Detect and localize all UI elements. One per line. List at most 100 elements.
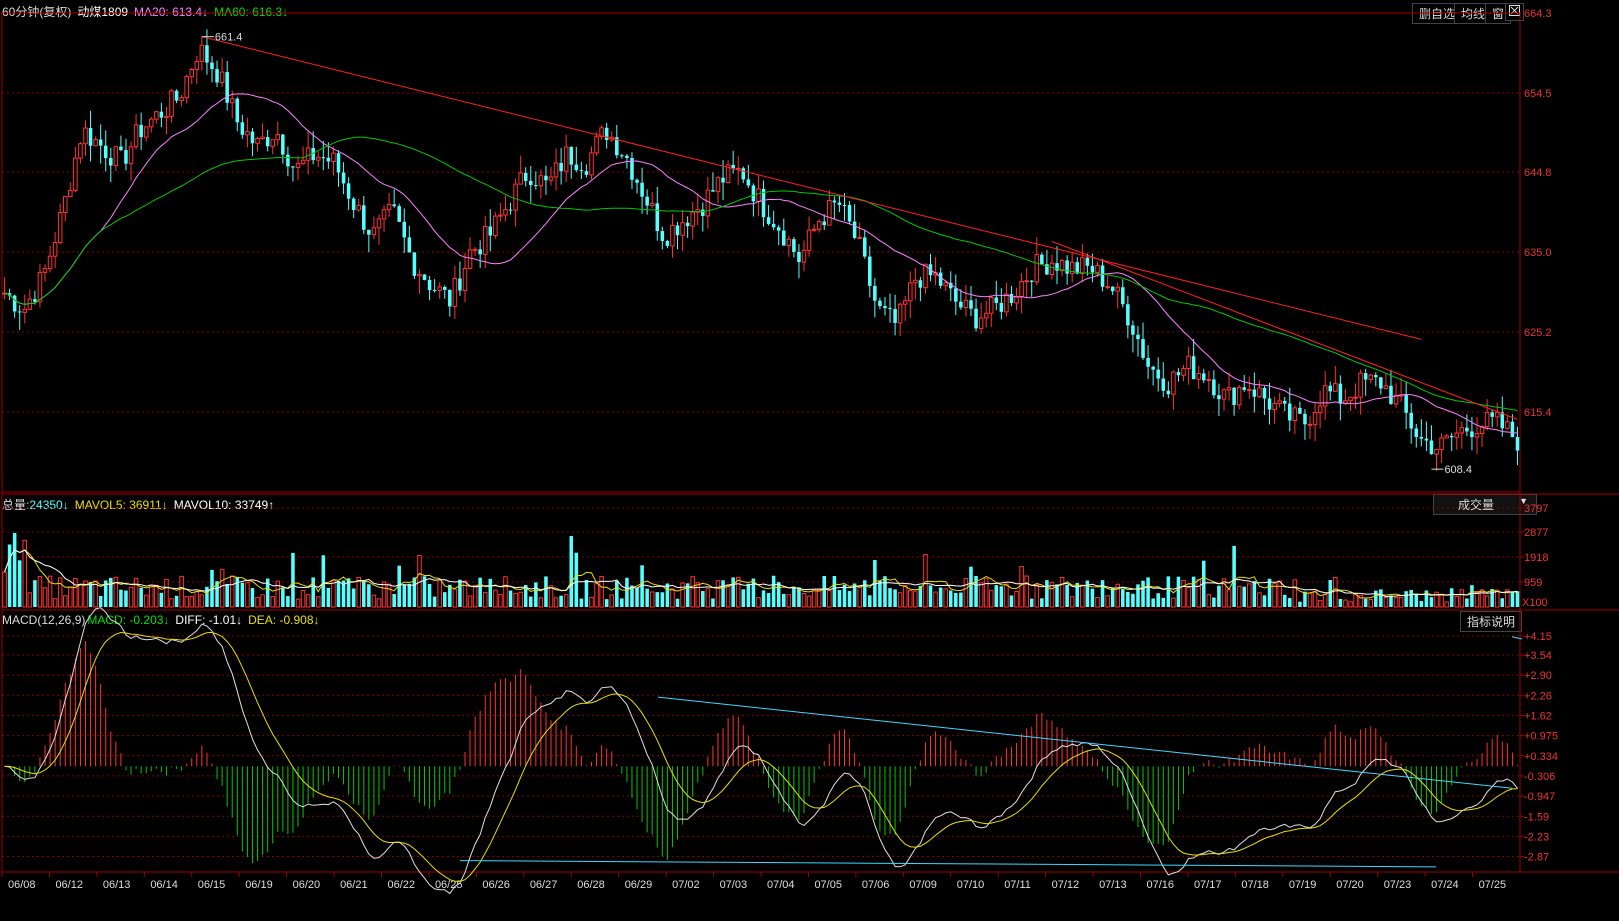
volume-bar-up	[68, 586, 73, 608]
volume-bar-up	[57, 577, 63, 608]
volume-bar-down	[534, 582, 538, 607]
volume-bar-down	[1287, 598, 1292, 607]
candle-body-down	[1100, 265, 1105, 287]
candle-body-down	[88, 128, 93, 146]
candle-body-down	[1510, 421, 1515, 438]
volume-bar-up	[229, 575, 235, 608]
candle-body-up	[47, 255, 53, 270]
candle-body-up	[148, 118, 154, 128]
volume-bar-down	[1500, 598, 1505, 607]
candle-body-down	[12, 295, 17, 312]
candle-body-down	[1409, 412, 1413, 429]
candle-body-down	[1055, 263, 1059, 271]
price-tick-label: 635.0	[1524, 247, 1552, 259]
volume-bar-down	[88, 582, 93, 607]
candle-body-down	[852, 221, 857, 238]
volume-bar-down	[432, 596, 437, 607]
volume-bar-down	[655, 592, 660, 607]
volume-bar-down	[584, 580, 589, 607]
candle-body-up	[1434, 448, 1439, 455]
candle-body-down	[432, 290, 437, 292]
date-label: 07/16	[1147, 879, 1175, 891]
volume-bar-down	[999, 586, 1004, 607]
candle-body-up	[498, 214, 503, 217]
volume-bar-up	[801, 592, 807, 608]
volume-bar-down	[878, 580, 882, 607]
volume-bar-up	[548, 585, 554, 608]
candle-body-up	[68, 189, 73, 198]
volume-bar-down	[1110, 587, 1115, 607]
candle-body-down	[792, 239, 796, 252]
candle-body-down	[341, 172, 346, 184]
candle-body-up	[1474, 433, 1480, 438]
candle-body-up	[1221, 389, 1227, 400]
candle-body-down	[1136, 334, 1140, 340]
candle-body-down	[412, 252, 417, 276]
volume-bar-up	[128, 586, 134, 608]
candle-body-up	[988, 296, 994, 314]
volume-bar-up	[907, 589, 913, 608]
volume-bar-up	[553, 597, 559, 608]
volume-bar-down	[17, 560, 22, 607]
candle-body-up	[923, 263, 928, 289]
volume-bar-down	[635, 587, 639, 607]
date-label: 07/05	[814, 879, 842, 891]
volume-bar-up	[467, 595, 473, 608]
candle-body-down	[235, 98, 240, 123]
candle-body-down	[847, 204, 852, 222]
candle-body-down	[1262, 387, 1267, 399]
volume-bar-down	[893, 589, 897, 607]
volume-bar-down	[731, 577, 735, 607]
date-label: 07/18	[1241, 879, 1269, 891]
volume-bar-down	[458, 579, 462, 607]
candle-body-down	[139, 124, 143, 138]
volume-bar-up	[315, 596, 321, 608]
candle-body-up	[467, 249, 473, 270]
volume-bar-down	[832, 575, 837, 607]
candle-body-down	[625, 155, 629, 159]
volume-tick-label: 1918	[1524, 552, 1548, 564]
volume-bar-down	[291, 552, 295, 607]
candle-body-up	[1024, 280, 1029, 283]
volume-bar-up	[148, 584, 154, 608]
volume-bar-down	[645, 588, 649, 607]
candle-body-down	[1414, 428, 1419, 437]
date-label: 07/06	[862, 879, 890, 891]
volume-bar-down	[1232, 545, 1236, 607]
macd-tick-label: +3.54	[1524, 650, 1552, 662]
candle-body-up	[356, 204, 362, 211]
volume-bar-down	[948, 590, 953, 607]
candle-body-down	[478, 249, 482, 255]
volume-bar-down	[1449, 588, 1454, 607]
volume-bar-down	[326, 587, 331, 607]
volume-bar-down	[1217, 585, 1221, 607]
candle-body-down	[1298, 407, 1302, 414]
volume-bar-down	[311, 577, 315, 607]
candle-body-up	[907, 282, 913, 302]
chart-canvas[interactable]: 664.3 654.5 644.8 635.0 625.2 615.4 3797 2877 19…	[0, 0, 1619, 921]
price-tick-label: 664.3	[1524, 8, 1552, 20]
candle-body-up	[1236, 386, 1242, 406]
volume-bar-up	[1454, 596, 1460, 608]
volume-bar-up	[670, 588, 675, 608]
candle-body-down	[974, 308, 978, 329]
candle-body-down	[640, 182, 644, 197]
volume-bar-down	[615, 580, 619, 607]
volume-bar-up	[1257, 592, 1262, 608]
candle-body-up	[1333, 383, 1338, 392]
candle-body-down	[215, 69, 219, 83]
date-label: 06/21	[340, 879, 368, 891]
volume-bar-down	[1404, 591, 1408, 607]
volume-bar-down	[969, 566, 973, 607]
volume-bar-down	[119, 589, 123, 607]
candle-body-up	[255, 138, 260, 144]
volume-bar-down	[1161, 597, 1166, 607]
candle-body-down	[1379, 377, 1383, 389]
volume-bar-down	[98, 595, 103, 607]
candle-body-down	[427, 279, 432, 291]
macd-tick-label: +4.15	[1524, 631, 1552, 643]
date-label: 06/15	[198, 879, 226, 891]
candle-body-down	[837, 202, 842, 205]
candle-body-down	[1121, 287, 1125, 305]
volume-bar-down	[1242, 586, 1247, 607]
